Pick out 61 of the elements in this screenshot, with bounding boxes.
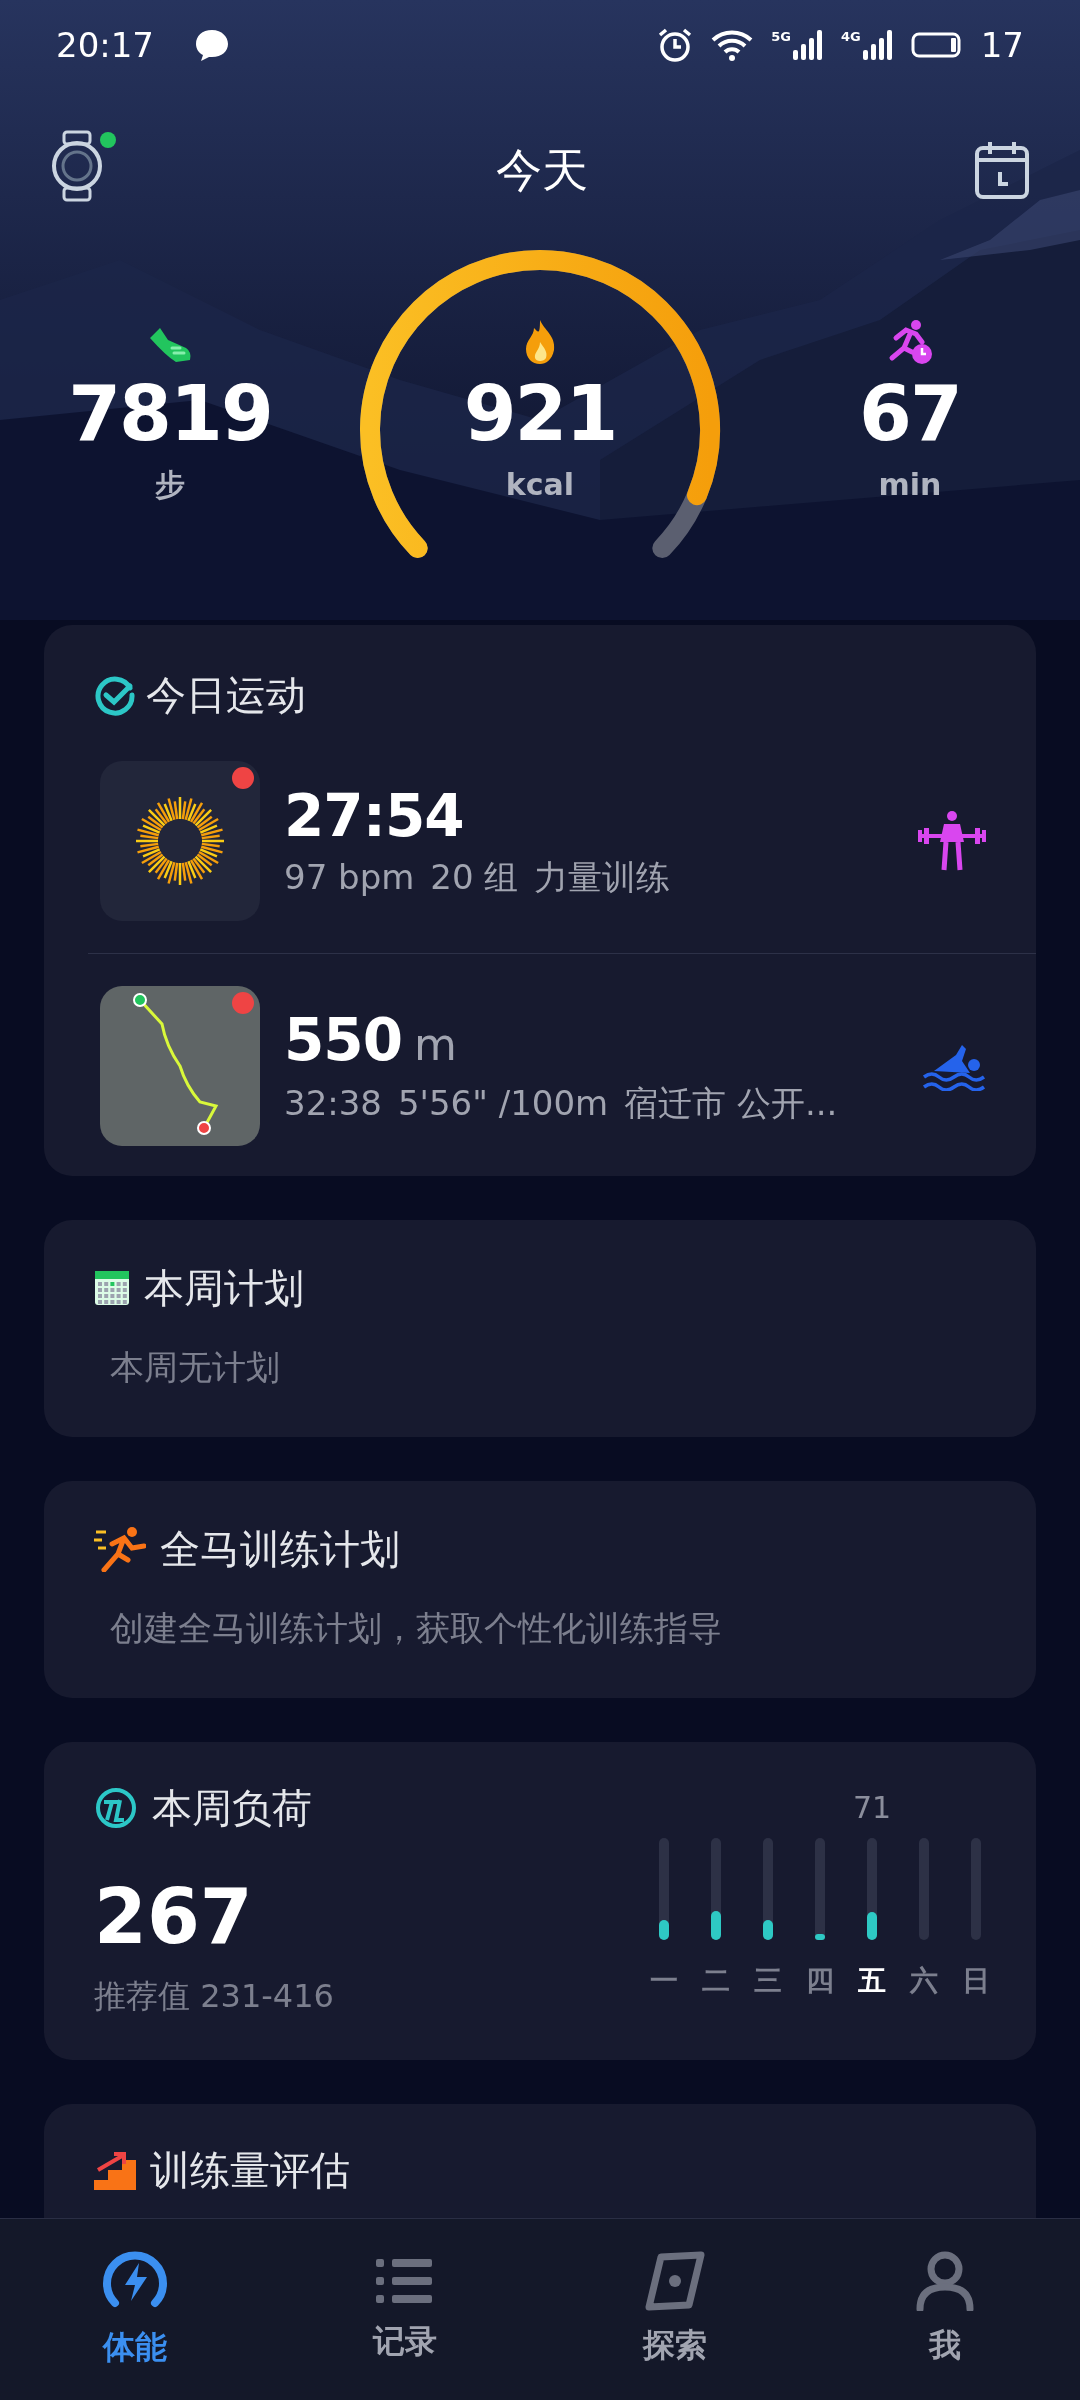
card-subtitle: 创建全马训练计划，获取个性化训练指导 xyxy=(110,1607,723,1650)
workout-value: 27:54 xyxy=(284,780,464,852)
status-time: 20:17 xyxy=(56,23,154,67)
runner-clock-icon xyxy=(886,318,934,366)
workout-detail: 20 组 xyxy=(430,855,519,899)
calendar-icon xyxy=(94,1269,130,1307)
recommended-range: 推荐值 231-416 xyxy=(94,1976,335,2017)
stat-value: 7819 xyxy=(68,368,272,460)
stat-unit: 步 xyxy=(155,466,185,504)
card-title: 本周负荷 xyxy=(152,1784,312,1833)
day-label[interactable]: 日 xyxy=(962,1960,990,2002)
tl-logo-icon xyxy=(94,1788,138,1828)
workout-row[interactable]: 550 m 32:38 5'56" /100m 宿迁市 公开... xyxy=(88,954,1036,1146)
day-label[interactable]: 二 xyxy=(702,1960,730,2002)
day-load-value: 71 xyxy=(852,1789,892,1827)
battery-icon xyxy=(910,32,963,58)
page-title: 今天 xyxy=(496,141,588,199)
signal-icon xyxy=(862,30,893,60)
day-label[interactable]: 六 xyxy=(910,1960,938,2002)
compass-icon xyxy=(645,2250,705,2311)
workout-value: 550 xyxy=(284,1004,403,1076)
watch-icon[interactable] xyxy=(50,130,104,202)
stat-unit: kcal xyxy=(505,466,575,504)
network-type-label: 4G xyxy=(841,30,861,43)
day-label[interactable]: 四 xyxy=(806,1960,834,2002)
network-type-label: 5G xyxy=(771,30,791,43)
card-title: 训练量评估 xyxy=(150,2146,350,2195)
weightlifter-icon xyxy=(918,810,986,872)
workout-row[interactable]: 27:54 97 bpm 20 组 力量训练 xyxy=(88,761,1036,953)
workout-unit: m xyxy=(414,1017,457,1072)
tab-item[interactable]: 我 xyxy=(810,2219,1080,2400)
stat-value: 921 xyxy=(463,368,617,460)
day-label[interactable]: 三 xyxy=(754,1960,782,2002)
day-label[interactable]: 一 xyxy=(650,1960,678,2002)
day-label[interactable]: 五 xyxy=(858,1960,886,2002)
stat-unit: min xyxy=(878,466,942,504)
workout-detail: 宿迁市 公开... xyxy=(624,1081,838,1125)
stat-value: 67 xyxy=(859,368,961,460)
wifi-icon xyxy=(711,29,754,61)
rising-steps-icon xyxy=(94,2150,136,2190)
workout-detail: 力量训练 xyxy=(534,855,671,899)
tab-item[interactable]: 探索 xyxy=(540,2219,810,2400)
workout-detail: 5'56" /100m xyxy=(398,1081,609,1125)
calendar-icon[interactable] xyxy=(974,140,1030,200)
tab-item[interactable]: 体能 xyxy=(0,2219,270,2400)
runner-icon xyxy=(94,1526,146,1572)
load-value: 267 xyxy=(94,1872,254,1962)
chat-bubble-icon xyxy=(194,28,230,62)
card-title: 全马训练计划 xyxy=(160,1525,400,1574)
workout-detail: 32:38 xyxy=(284,1081,382,1125)
card-title: 本周计划 xyxy=(144,1264,304,1313)
card-subtitle: 本周无计划 xyxy=(110,1346,281,1389)
signal-icon xyxy=(793,30,823,60)
person-icon xyxy=(916,2250,974,2311)
workout-detail: 97 bpm xyxy=(284,855,415,899)
battery-level: 17 xyxy=(980,23,1024,67)
check-circle-icon xyxy=(94,674,136,716)
alarm-icon xyxy=(657,27,694,63)
tab-item[interactable]: 记录 xyxy=(270,2219,540,2400)
card-title: 今日运动 xyxy=(146,671,306,720)
sunburst-icon xyxy=(134,795,226,887)
